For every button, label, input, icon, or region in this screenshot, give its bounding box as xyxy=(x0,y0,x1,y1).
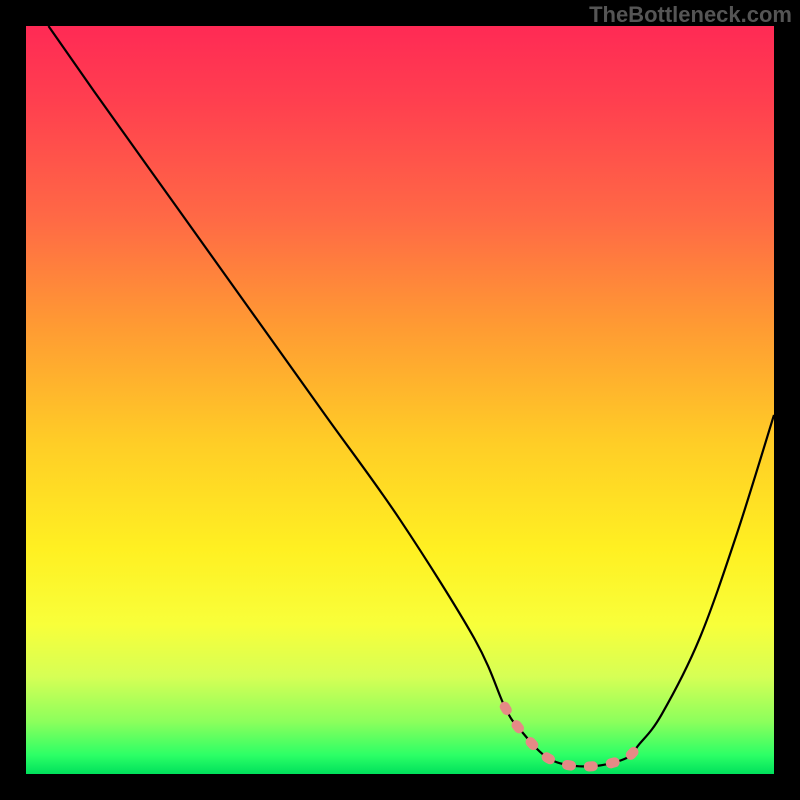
curve-svg xyxy=(26,26,774,774)
watermark-text: TheBottleneck.com xyxy=(589,2,792,28)
plot-area xyxy=(26,26,774,774)
bottleneck-curve-path xyxy=(48,26,774,767)
chart-wrapper: TheBottleneck.com xyxy=(0,0,800,800)
